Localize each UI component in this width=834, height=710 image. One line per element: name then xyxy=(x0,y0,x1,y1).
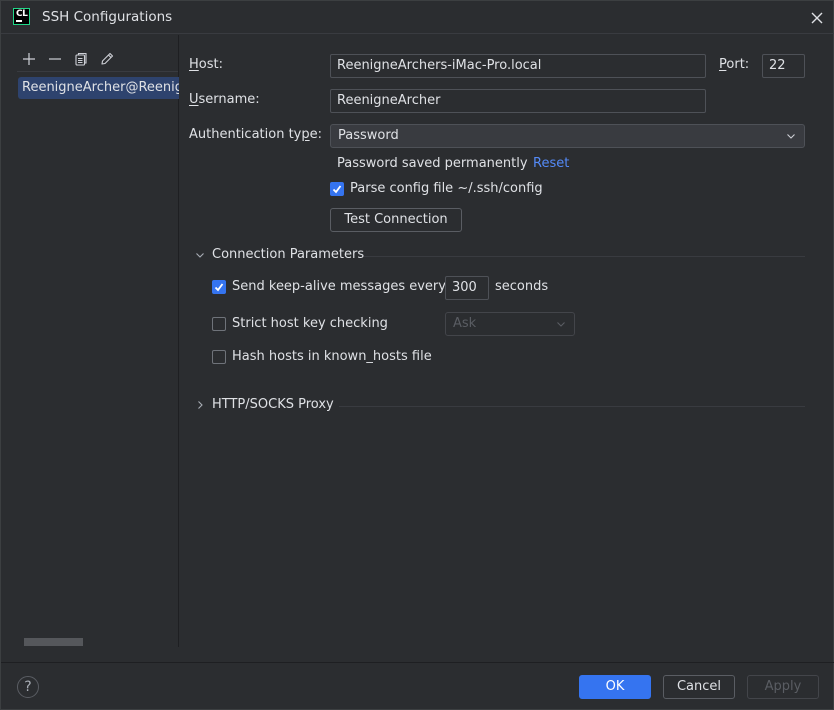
strict-host-key-checkbox[interactable] xyxy=(212,317,226,331)
checkmark-icon xyxy=(214,283,224,292)
parse-config-checkbox[interactable] xyxy=(330,182,344,196)
parse-config-label: Parse config file ~/.ssh/config xyxy=(350,181,543,196)
window-title: SSH Configurations xyxy=(42,9,173,25)
username-input[interactable]: ReenigneArcher xyxy=(330,89,706,113)
strict-host-key-value: Ask xyxy=(453,316,477,331)
copy-icon xyxy=(75,52,87,66)
close-icon xyxy=(811,12,823,24)
auth-type-value: Password xyxy=(338,128,399,143)
list-toolbar xyxy=(19,49,117,69)
checkmark-icon xyxy=(332,185,342,194)
footer-divider xyxy=(1,662,834,663)
edit-button[interactable] xyxy=(97,49,117,69)
hash-hosts-checkbox[interactable] xyxy=(212,350,226,364)
keep-alive-interval-input[interactable]: 300 xyxy=(445,276,489,300)
pencil-icon xyxy=(101,52,114,65)
strict-host-key-label: Strict host key checking xyxy=(232,316,388,331)
clion-logo-icon: CL xyxy=(13,8,30,25)
port-label: Port: xyxy=(719,57,750,72)
ssh-configurations-dialog: CL SSH Configurations ReenigneArcher@Ree… xyxy=(0,0,834,710)
close-button[interactable] xyxy=(807,8,827,28)
proxy-section-title[interactable]: HTTP/SOCKS Proxy xyxy=(212,397,334,412)
reset-password-link[interactable]: Reset xyxy=(533,156,569,171)
horizontal-scrollbar[interactable] xyxy=(24,638,83,646)
test-connection-button[interactable]: Test Connection xyxy=(330,208,462,232)
cancel-button[interactable]: Cancel xyxy=(663,675,735,699)
auth-type-dropdown[interactable]: Password xyxy=(330,124,805,148)
port-input[interactable]: 22 xyxy=(762,54,805,78)
ssh-config-form: Host: ReenigneArchers-iMac-Pro.local Por… xyxy=(180,35,834,647)
username-label: Username: xyxy=(189,92,260,107)
hash-hosts-label: Hash hosts in known_hosts file xyxy=(232,349,432,364)
chevron-down-icon xyxy=(787,134,795,139)
ok-button[interactable]: OK xyxy=(579,675,651,699)
password-status-text: Password saved permanently xyxy=(337,156,528,171)
host-input[interactable]: ReenigneArchers-iMac-Pro.local xyxy=(330,54,706,78)
ssh-config-list-item[interactable]: ReenigneArcher@ReenigneArchers-iMac-Pro.… xyxy=(18,77,179,99)
toolbar-divider xyxy=(17,71,178,72)
section-collapsed-chevron-icon[interactable] xyxy=(194,399,206,411)
connection-parameters-title[interactable]: Connection Parameters xyxy=(212,247,364,262)
host-label: Host: xyxy=(189,57,223,72)
minus-icon xyxy=(49,58,61,60)
auth-type-label: Authentication type: xyxy=(189,127,323,142)
section-expanded-chevron-icon[interactable] xyxy=(194,249,206,261)
add-button[interactable] xyxy=(19,49,39,69)
configurations-list-panel: ReenigneArcher@ReenigneArchers-iMac-Pro.… xyxy=(1,35,179,647)
keep-alive-checkbox[interactable] xyxy=(212,280,226,294)
section-divider xyxy=(364,256,805,257)
section-divider xyxy=(339,406,805,407)
strict-host-key-dropdown: Ask xyxy=(445,312,575,336)
remove-button[interactable] xyxy=(45,49,65,69)
chevron-down-icon xyxy=(557,322,565,327)
app-logo-text: CL xyxy=(16,9,28,19)
title-bar: CL SSH Configurations xyxy=(1,1,834,34)
keep-alive-label: Send keep-alive messages every xyxy=(232,279,446,294)
help-button[interactable]: ? xyxy=(17,676,39,698)
plus-icon xyxy=(23,53,35,65)
keep-alive-unit-label: seconds xyxy=(495,279,549,294)
apply-button[interactable]: Apply xyxy=(747,675,819,699)
copy-button[interactable] xyxy=(71,49,91,69)
